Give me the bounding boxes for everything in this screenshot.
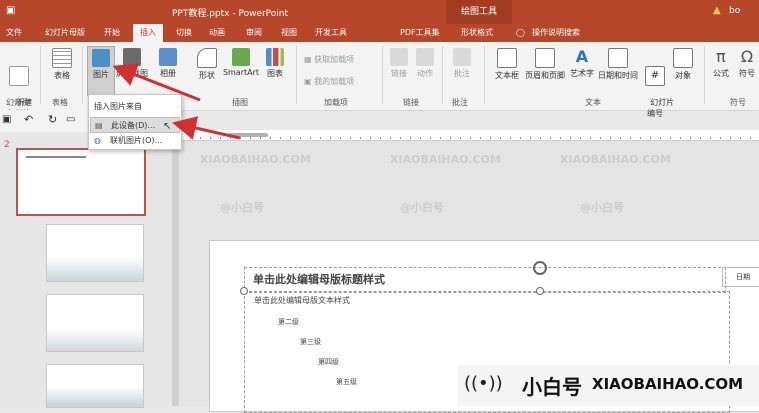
arrow-to-pictures — [112, 63, 201, 102]
arrow-to-device — [172, 116, 241, 140]
annotation-arrows — [112, 63, 241, 140]
